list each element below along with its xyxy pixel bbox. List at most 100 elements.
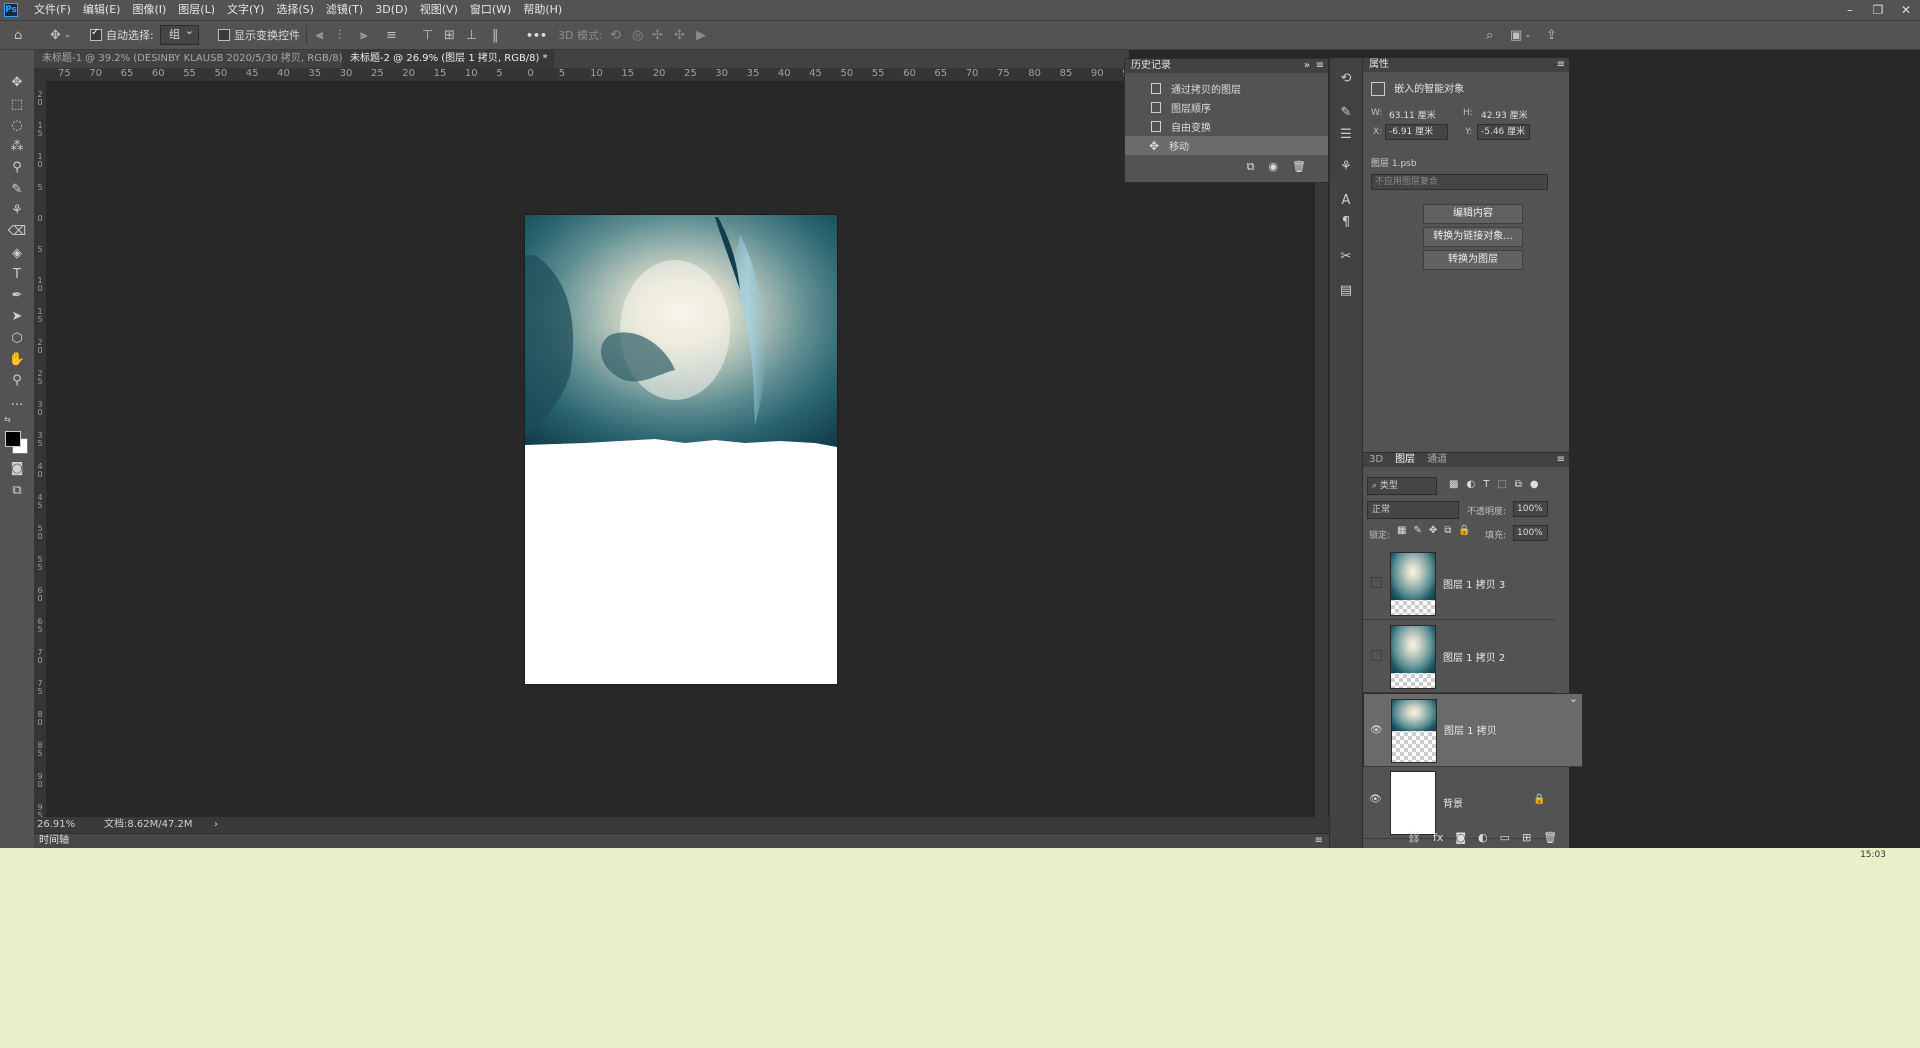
screen-mode-icon[interactable]: ⧉ [7, 480, 27, 500]
paragraph-icon[interactable]: ¶ [1337, 214, 1355, 232]
menu-image[interactable]: 图像(I) [126, 0, 172, 20]
timeline-tab[interactable]: 时间轴 [39, 835, 69, 846]
character-icon[interactable]: A [1337, 192, 1355, 210]
3d-pan-icon[interactable]: ✢ [652, 21, 663, 49]
stamp-tool-icon[interactable]: ⚘ [7, 200, 27, 220]
history-item[interactable]: 图层顺序 [1125, 98, 1328, 117]
minimize-icon[interactable]: – [1836, 0, 1864, 20]
3d-roll-icon[interactable]: ◎ [632, 21, 643, 49]
distribute-v-icon[interactable]: ‖ [492, 21, 499, 49]
snapshot-camera-icon[interactable]: ◉ [1268, 160, 1278, 174]
lock-all-icon[interactable]: 🔒 [1458, 525, 1470, 536]
panel-menu-icon[interactable]: ≡ [1316, 59, 1324, 73]
tab-channels[interactable]: 通道 [1427, 453, 1447, 467]
path-select-icon[interactable]: ➤ [7, 306, 27, 326]
auto-select-checkbox[interactable]: 自动选择: [90, 21, 154, 49]
quick-mask-icon[interactable]: ◙ [7, 458, 27, 478]
clone-source-icon[interactable]: ⚘ [1337, 158, 1355, 176]
menu-filter[interactable]: 滤镜(T) [320, 0, 369, 20]
menu-help[interactable]: 帮助(H) [517, 0, 568, 20]
align-top-icon[interactable]: ⊤ [422, 21, 433, 49]
menu-3d[interactable]: 3D(D) [369, 0, 414, 20]
type-tool-icon[interactable]: T [7, 264, 27, 284]
distribute-h-icon[interactable]: ≡ [386, 21, 397, 49]
marquee-tool-icon[interactable]: ⬚ [7, 94, 27, 114]
auto-select-dropdown[interactable]: 组 [160, 21, 199, 49]
add-mask-icon[interactable]: ◙ [1455, 831, 1466, 844]
convert-to-layers-button[interactable]: 转换为图层 [1423, 250, 1523, 270]
new-layer-icon[interactable]: ⊞ [1522, 831, 1531, 844]
lasso-tool-icon[interactable]: ◌ [7, 115, 27, 135]
3d-camera-icon[interactable]: ▶ [696, 21, 706, 49]
height-value[interactable]: 42.93 厘米 [1481, 108, 1528, 121]
share-icon[interactable]: ⇪ [1546, 21, 1557, 49]
menu-view[interactable]: 视图(V) [414, 0, 464, 20]
menu-file[interactable]: 文件(F) [28, 0, 77, 20]
tab-layers[interactable]: 图层 [1395, 453, 1415, 467]
tab-document-1[interactable]: 未标题-1 @ 39.2% (DESINBY KLAUSB 2020/5/30 … [34, 50, 350, 68]
hand-tool-icon[interactable]: ✋ [7, 349, 27, 369]
zoom-level[interactable]: 26.91% [37, 817, 75, 833]
blend-mode-dropdown[interactable]: 正常 [1367, 501, 1459, 519]
history-item[interactable]: 通过拷贝的图层 [1125, 79, 1328, 98]
eye-icon[interactable]: 👁 [1370, 722, 1383, 736]
menu-window[interactable]: 窗口(W) [464, 0, 517, 20]
panel-menu-icon[interactable]: ≡ [1315, 834, 1323, 848]
layer-filter-dropdown[interactable]: ⌕ 类型 [1367, 477, 1437, 495]
align-hcenter-icon[interactable]: ⫶ [338, 21, 341, 49]
align-bottom-icon[interactable]: ⊥ [466, 21, 477, 49]
y-field[interactable]: -5.46 厘米 [1477, 124, 1530, 140]
swap-colors-icon[interactable]: ⇆ [4, 415, 11, 424]
x-field[interactable]: -6.91 厘米 [1385, 124, 1448, 140]
edit-contents-button[interactable]: 编辑内容 [1423, 204, 1523, 224]
menu-layer[interactable]: 图层(L) [172, 0, 221, 20]
eyedropper-icon[interactable]: ⚲ [7, 157, 27, 177]
visibility-toggle[interactable] [1371, 577, 1382, 588]
width-value[interactable]: 63.11 厘米 [1389, 108, 1436, 121]
align-left-icon[interactable]: ⫷ [316, 21, 323, 49]
zoom-tool-icon[interactable]: ⚲ [7, 370, 27, 390]
lock-pixels-icon[interactable]: ✎ [1413, 525, 1421, 536]
link-layers-icon[interactable]: ⛓ [1407, 831, 1421, 844]
new-document-from-state-icon[interactable]: ⧉ [1247, 160, 1255, 174]
workspace-icon[interactable]: ▣ ⌄ [1510, 21, 1532, 49]
layer-row[interactable]: 👁 背景 🔒 [1363, 766, 1555, 839]
lock-position-icon[interactable]: ✥ [1429, 525, 1437, 536]
history-item-selected[interactable]: ✥ 移动 [1125, 136, 1328, 155]
tool-presets-icon[interactable]: ✂ [1337, 248, 1355, 266]
history-panel-icon[interactable]: ⟲ [1337, 70, 1355, 88]
close-icon[interactable]: ✕ [1892, 0, 1920, 20]
eraser-tool-icon[interactable]: ⌫ [7, 221, 27, 241]
3d-slide-icon[interactable]: ✣ [674, 21, 685, 49]
layer-comps-icon[interactable]: ▤ [1337, 282, 1355, 300]
restore-icon[interactable]: ❐ [1864, 0, 1892, 20]
layer-comp-select[interactable]: 不应用图层复合 [1371, 174, 1548, 190]
magic-wand-icon[interactable]: ⁂ [7, 136, 27, 156]
more-tools-icon[interactable]: … [7, 391, 27, 411]
convert-to-linked-button[interactable]: 转换为链接对象... [1423, 227, 1523, 247]
filter-adjustment-icon[interactable]: ◐ [1466, 479, 1475, 490]
brush-tool-icon[interactable]: ✎ [7, 179, 27, 199]
document-canvas[interactable] [525, 215, 837, 684]
foreground-color-swatch[interactable] [5, 431, 21, 447]
panel-menu-icon[interactable]: ≡ [1557, 453, 1565, 467]
collapse-icon[interactable]: » [1304, 59, 1310, 73]
brush-settings-icon[interactable]: ✎ [1337, 104, 1355, 122]
adjustment-layer-icon[interactable]: ◐ [1478, 831, 1488, 844]
align-right-icon[interactable]: ⫸ [360, 21, 367, 49]
menu-select[interactable]: 选择(S) [270, 0, 320, 20]
trash-icon[interactable]: 🗑 [1292, 160, 1306, 174]
tab-document-2[interactable]: 未标题-2 @ 26.9% (图层 1 拷贝, RGB/8) * × [342, 50, 554, 68]
panel-menu-icon[interactable]: ≡ [1557, 58, 1565, 72]
trash-icon[interactable]: 🗑 [1543, 831, 1557, 844]
visibility-toggle[interactable] [1371, 650, 1382, 661]
search-icon[interactable]: ⌕ [1486, 21, 1493, 49]
shape-tool-icon[interactable]: ⬡ [7, 328, 27, 348]
layer-row-selected[interactable]: 👁 图层 1 拷贝 [1363, 690, 1583, 767]
menu-edit[interactable]: 编辑(E) [77, 0, 127, 20]
adjustments-icon[interactable]: ☰ [1337, 126, 1355, 144]
align-vcenter-icon[interactable]: ⊞ [444, 21, 455, 49]
filter-smart-object-icon[interactable]: ⧉ [1515, 479, 1522, 490]
layer-style-icon[interactable]: fx [1433, 831, 1443, 844]
layer-row[interactable]: 图层 1 拷贝 3 [1363, 547, 1555, 620]
